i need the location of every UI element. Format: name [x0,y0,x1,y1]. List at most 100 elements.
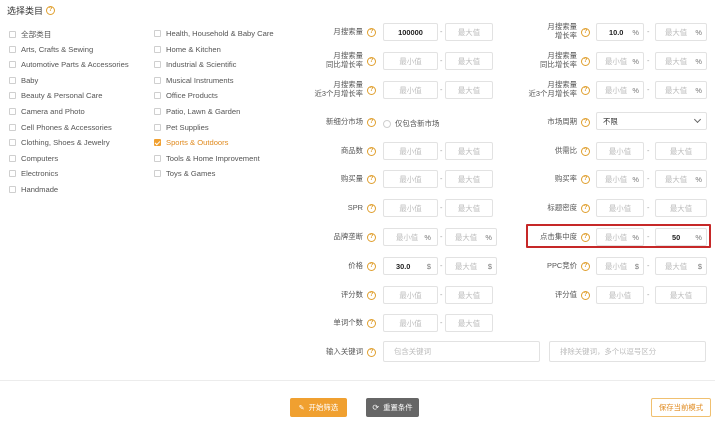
category-item[interactable]: 全部类目 [9,29,51,40]
market-cycle-select[interactable]: 不限 [596,112,707,130]
help-icon[interactable]: ? [367,27,376,37]
purchase-rate-max-input[interactable]: 最大值% [655,170,707,188]
review-count-min-input[interactable]: 最小值 [383,286,438,304]
category-item[interactable]: Pet Supplies [154,123,209,132]
brand-share-max-input[interactable]: 最大值% [445,228,497,246]
category-item[interactable]: Beauty & Personal Care [9,91,102,100]
ppc-bid-min-input[interactable]: 最小值 $ [596,257,644,275]
checkbox[interactable] [9,186,16,193]
category-item[interactable]: Automotive Parts & Accessories [9,60,129,69]
three-month-growth-right-max-input[interactable]: 最大值% [655,81,707,99]
save-mode-button[interactable]: 保存当前模式 [651,398,711,417]
checkbox[interactable] [9,61,16,69]
category-item[interactable]: Arts, Crafts & Sewing [9,45,93,54]
purchases-max-input[interactable]: 最大值 [445,170,493,188]
products-max-input[interactable]: 最大值 [445,142,493,160]
supply-ratio-max-input[interactable]: 最大值 [655,142,707,160]
yoy-growth-max-input[interactable]: 最大值 [445,52,493,70]
spr-min-input[interactable]: 最小值 [383,199,438,217]
ppc-bid-max-input[interactable]: 最大值 $ [655,257,707,275]
help-icon[interactable]: ? [581,85,590,95]
checkbox[interactable] [9,123,16,131]
category-item[interactable]: Sports & Outdoors [154,138,228,147]
checkbox[interactable] [9,139,16,147]
category-item[interactable]: Home & Kitchen [154,45,221,54]
checkbox[interactable] [154,154,161,162]
help-icon[interactable]: ? [367,56,376,66]
title-density-max-input[interactable]: 最大值 [655,199,707,217]
checkbox[interactable] [9,170,16,178]
help-icon[interactable]: ? [367,117,376,127]
help-icon[interactable]: ? [46,6,56,15]
help-icon[interactable]: ? [581,174,590,184]
help-icon[interactable]: ? [367,146,376,156]
monthly-search-max-input[interactable]: 最大值 [445,23,493,41]
help-icon[interactable]: ? [367,261,376,271]
checkbox[interactable] [9,154,16,162]
exclude-keyword-input[interactable]: 排除关键词，多个以逗号区分 [549,341,706,362]
category-item[interactable]: Cell Phones & Accessories [9,123,112,132]
category-item[interactable]: Toys & Games [154,169,215,178]
word-count-max-input[interactable]: 最大值 [445,314,493,332]
checkbox[interactable] [154,108,161,115]
monthly-search-min-input[interactable]: 100000 [383,23,438,41]
help-icon[interactable]: ? [581,261,590,271]
help-icon[interactable]: ? [581,56,590,66]
category-item[interactable]: Baby [9,76,38,85]
help-icon[interactable]: ? [581,290,590,300]
help-icon[interactable]: ? [367,203,376,213]
checkbox[interactable] [154,76,161,84]
checkbox[interactable] [9,31,16,38]
checkbox[interactable] [154,61,161,69]
three-month-growth-right-min-input[interactable]: 最小值% [596,81,644,99]
products-min-input[interactable]: 最小值 [383,142,438,160]
title-density-min-input[interactable]: 最小值 [596,199,644,217]
category-item[interactable]: Handmade [9,185,58,194]
category-item[interactable]: Musical Instruments [154,76,234,85]
checkbox[interactable] [154,170,161,178]
price-min-input[interactable]: 30.0 $ [383,257,438,275]
supply-ratio-min-input[interactable]: 最小值 [596,142,644,160]
category-item[interactable]: Camera and Photo [9,107,85,116]
help-icon[interactable]: ? [581,27,590,37]
rating-min-input[interactable]: 最小值 [596,286,644,304]
spr-max-input[interactable]: 最大值 [445,199,493,217]
purchase-rate-min-input[interactable]: 最小值% [596,170,644,188]
help-icon[interactable]: ? [367,290,376,300]
checkbox[interactable] [154,139,161,147]
three-month-growth-max-input[interactable]: 最大值 [445,81,493,99]
word-count-min-input[interactable]: 最小值 [383,314,438,332]
brand-share-min-input[interactable]: 最小值% [383,228,438,246]
category-item[interactable]: Electronics [9,169,58,178]
reset-button[interactable]: ⟳ 重置条件 [366,398,419,417]
checkbox[interactable] [9,108,16,115]
review-count-max-input[interactable]: 最大值 [445,286,493,304]
checkbox[interactable] [154,92,161,100]
category-item[interactable]: Computers [9,154,58,163]
help-icon[interactable]: ? [581,117,590,127]
category-item[interactable]: Industrial & Scientific [154,60,236,69]
help-icon[interactable]: ? [367,318,376,328]
rating-max-input[interactable]: 最大值 [655,286,707,304]
help-icon[interactable]: ? [581,203,590,213]
checkbox[interactable] [9,45,16,53]
yoy-growth-min-input[interactable]: 最小值 [383,52,438,70]
checkbox[interactable] [154,123,161,131]
checkbox[interactable] [9,92,16,100]
checkbox[interactable] [154,45,161,53]
category-item[interactable]: Office Products [154,91,218,100]
category-item[interactable]: Health, Household & Baby Care [154,29,274,38]
help-icon[interactable]: ? [367,174,376,184]
checkbox[interactable] [9,76,16,84]
help-icon[interactable]: ? [367,347,376,357]
category-item[interactable]: Patio, Lawn & Garden [154,107,240,116]
checkbox[interactable] [154,30,161,37]
price-max-input[interactable]: 最大值 $ [445,257,497,275]
yoy-growth-right-max-input[interactable]: 最大值% [655,52,707,70]
yoy-growth-right-min-input[interactable]: 最小值% [596,52,644,70]
radio-button[interactable] [383,119,391,128]
help-icon[interactable]: ? [367,232,376,242]
purchases-min-input[interactable]: 最小值 [383,170,438,188]
monthly-growth-max-input[interactable]: 最大值% [655,23,707,41]
help-icon[interactable]: ? [367,85,376,95]
